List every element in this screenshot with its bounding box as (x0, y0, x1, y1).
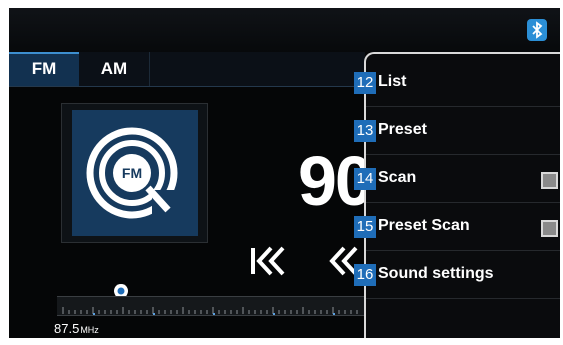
menu-item-label: List (378, 73, 407, 90)
menu-item-preset[interactable]: 13 Preset (354, 108, 560, 155)
status-bar (9, 8, 560, 52)
menu-item-label: Scan (378, 169, 417, 186)
menu-item-list[interactable]: 12 List (354, 60, 560, 107)
previous-station-button[interactable] (249, 244, 289, 278)
tab-am[interactable]: AM (79, 52, 150, 86)
tuner-ticks (62, 307, 358, 315)
svg-text:FM: FM (122, 165, 142, 181)
preset-scan-checkbox[interactable] (541, 220, 558, 237)
bluetooth-icon (527, 19, 547, 41)
menu-item-label: Preset Scan (378, 217, 470, 234)
callout-number: 13 (354, 120, 376, 142)
tab-fm[interactable]: FM (9, 52, 79, 86)
menu-item-scan[interactable]: 14 Scan (354, 156, 560, 203)
current-frequency: 87.5MHz (54, 321, 99, 336)
frequency-unit: MHz (80, 325, 99, 335)
callout-number: 14 (354, 168, 376, 190)
scan-checkbox[interactable] (541, 172, 558, 189)
radio-screen: FM AM FM 90 87.5MHz 12 List 13 Preset 14… (9, 8, 560, 338)
double-chevron-left-icon (251, 246, 285, 276)
menu-item-label: Sound settings (378, 265, 494, 282)
tuner-scale[interactable] (57, 296, 367, 316)
callout-number: 16 (354, 264, 376, 286)
album-art: FM (61, 103, 208, 243)
menu-item-label: Preset (378, 121, 427, 138)
frequency-value: 87.5 (54, 321, 80, 336)
menu-item-preset-scan[interactable]: 15 Preset Scan (354, 204, 560, 251)
band-tabs: FM AM (9, 52, 365, 87)
callout-number: 15 (354, 216, 376, 238)
callout-number: 12 (354, 72, 376, 94)
menu-item-sound-settings[interactable]: 16 Sound settings (354, 252, 560, 299)
options-menu: 12 List 13 Preset 14 Scan 15 Preset Scan… (354, 52, 560, 338)
fm-radio-icon: FM (72, 110, 198, 236)
